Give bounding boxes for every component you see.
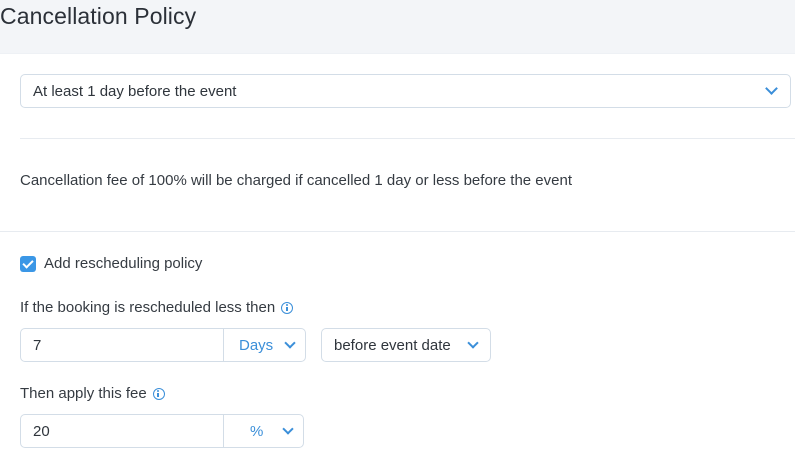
reschedule-reference-value: before event date [334, 336, 451, 354]
reschedule-reference-select[interactable]: before event date [321, 328, 491, 362]
reschedule-threshold-label: If the booking is rescheduled less then [20, 299, 294, 316]
info-icon[interactable] [152, 387, 165, 400]
reschedule-threshold-input[interactable]: 7 [21, 329, 224, 361]
reschedule-fee-unit-value: % [250, 422, 264, 440]
cancellation-policy-select[interactable]: At least 1 day before the event [20, 74, 791, 108]
cancellation-policy-value: At least 1 day before the event [33, 82, 237, 100]
reschedule-fee-text: Then apply this fee [20, 385, 147, 402]
reschedule-fee-label: Then apply this fee [20, 385, 165, 402]
chevron-down-icon [765, 82, 778, 95]
cancellation-fee-description: Cancellation fee of 100% will be charged… [20, 172, 573, 189]
reschedule-fee-unit-select[interactable]: % [224, 415, 303, 447]
divider [20, 138, 795, 139]
reschedule-fee-field: 20 % [20, 414, 304, 448]
chevron-down-icon [282, 423, 294, 435]
page-title: Cancellation Policy [0, 3, 197, 29]
rescheduling-policy-toggle[interactable]: Add rescheduling policy [20, 255, 202, 272]
reschedule-threshold-text: If the booking is rescheduled less then [20, 299, 276, 316]
reschedule-unit-value: Days [239, 336, 274, 354]
chevron-down-icon [284, 337, 296, 349]
reschedule-threshold-field: 7 Days [20, 328, 306, 362]
reschedule-unit-select[interactable]: Days [224, 329, 305, 361]
divider [0, 231, 795, 232]
info-icon[interactable] [281, 301, 294, 314]
rescheduling-policy-label: Add rescheduling policy [44, 255, 203, 272]
chevron-down-icon [467, 337, 479, 349]
checkbox-checked-icon[interactable] [20, 255, 36, 272]
reschedule-fee-input[interactable]: 20 [21, 415, 224, 447]
